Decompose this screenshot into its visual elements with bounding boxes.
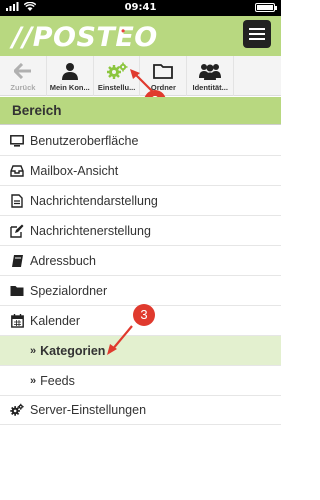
list-item-label: Server-Einstellungen: [30, 403, 147, 417]
chevron-double-right-icon: »: [30, 374, 37, 387]
list-item-server-einstellungen[interactable]: Server-Einstellungen: [0, 396, 281, 425]
my-account-label: Mein Kon...: [49, 83, 90, 92]
menu-line-icon: [249, 33, 265, 35]
callout-arrow-3: [107, 325, 133, 355]
list-item-nachrichtenerstellung[interactable]: Nachrichtenerstellung: [0, 216, 281, 246]
chevron-double-right-icon: »: [30, 344, 37, 357]
list-item-adressbuch[interactable]: Adressbuch: [0, 246, 281, 276]
back-button[interactable]: Zurück: [0, 56, 47, 96]
empty-area: [0, 425, 281, 500]
book-icon: [10, 254, 24, 268]
menu-line-icon: [249, 38, 265, 40]
list-item-label: Kalender: [30, 313, 81, 328]
list-item-label: Adressbuch: [30, 253, 97, 268]
user-icon: [59, 62, 81, 80]
users-icon: [199, 62, 222, 80]
inbox-icon: [10, 164, 24, 178]
list-item-mailbox-ansicht[interactable]: Mailbox-Ansicht: [0, 156, 281, 186]
list-item-benutzeroberflaeche[interactable]: Benutzeroberfläche: [0, 126, 281, 156]
document-icon: [10, 193, 24, 208]
battery-icon: [255, 3, 277, 12]
menu-line-icon: [249, 28, 265, 30]
clock: 09:41: [124, 2, 157, 13]
back-label: Zurück: [10, 83, 36, 92]
list-item-nachrichtendarstellung[interactable]: Nachrichtendarstellung: [0, 186, 281, 216]
monitor-icon: [10, 134, 24, 148]
list-item-feeds[interactable]: » Feeds: [0, 366, 281, 396]
list-item-label: Benutzeroberfläche: [30, 133, 139, 148]
hamburger-menu-button[interactable]: [243, 20, 271, 48]
logo-dot: •: [121, 24, 126, 38]
my-account-button[interactable]: Mein Kon...: [47, 56, 94, 96]
more-icon: [247, 71, 269, 89]
list-item-label: Nachrichtenerstellung: [30, 223, 151, 238]
callout-badge-3: 3: [133, 304, 155, 326]
edit-icon: [10, 224, 24, 238]
identities-button[interactable]: Identität...: [187, 56, 235, 96]
app-header: //POSTEO • 1: [0, 16, 281, 87]
list-item-label: Nachrichtendarstellung: [30, 193, 158, 208]
list-item-label: Kategorien: [40, 343, 106, 358]
settings-list: Benutzeroberfläche Mailbox-Ansicht Nachr…: [0, 126, 281, 425]
folder-icon: [10, 284, 24, 298]
arrow-left-icon: [12, 62, 34, 80]
list-item-spezialordner[interactable]: Spezialordner: [0, 276, 281, 306]
list-item-label: Mailbox-Ansicht: [30, 163, 119, 178]
identities-label: Identität...: [192, 83, 228, 92]
posteo-logo: //POSTEO: [12, 22, 158, 53]
list-item-label: Feeds: [40, 373, 75, 388]
status-bar: 09:41: [0, 0, 281, 16]
list-item-label: Spezialordner: [30, 283, 108, 298]
gears-icon: [10, 403, 24, 417]
more-button[interactable]: [234, 56, 281, 96]
calendar-icon: [10, 313, 24, 328]
section-header: Bereich: [0, 97, 281, 125]
